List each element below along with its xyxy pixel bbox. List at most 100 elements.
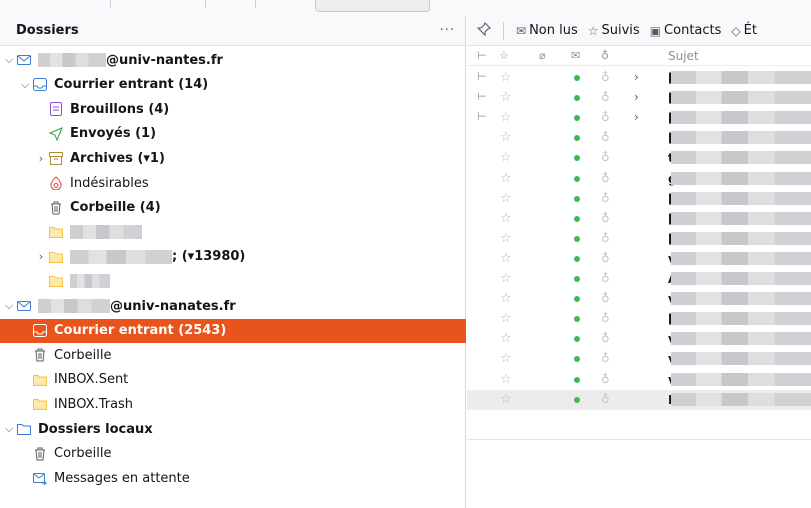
toolbar-button[interactable]: [315, 0, 430, 12]
folder-row[interactable]: [0, 269, 466, 293]
star-icon[interactable]: ☆: [500, 251, 512, 266]
junk-status-icon[interactable]: ♁: [601, 191, 610, 205]
folder-row[interactable]: INBOX.Sent: [0, 368, 466, 392]
message-row[interactable]: ☆♁g: [467, 169, 811, 189]
folder-row[interactable]: Envoyés (1): [0, 122, 466, 146]
message-row[interactable]: ⊢☆♁›[: [467, 88, 811, 108]
star-icon[interactable]: ☆: [500, 130, 512, 145]
message-row[interactable]: ☆♁v: [467, 370, 811, 390]
junk-status-icon[interactable]: ♁: [601, 291, 610, 305]
junk-status-icon[interactable]: ♁: [601, 351, 610, 365]
star-icon[interactable]: ☆: [500, 231, 512, 246]
message-row[interactable]: ☆♁t: [467, 148, 811, 168]
junk-status-icon[interactable]: ♁: [601, 150, 610, 164]
thread-icon[interactable]: ⊢: [477, 110, 487, 123]
chevron-down-icon[interactable]: ⌵: [4, 299, 14, 313]
message-row[interactable]: ☆♁A: [467, 269, 811, 289]
star-icon[interactable]: ☆: [500, 211, 512, 226]
junk-status-icon[interactable]: ♁: [601, 331, 610, 345]
message-row[interactable]: ☆♁[: [467, 229, 811, 249]
contacts-filter-button[interactable]: ▣ Contacts: [650, 23, 722, 38]
thread-column-icon[interactable]: ⊢: [477, 49, 487, 62]
star-icon[interactable]: ☆: [500, 90, 512, 105]
attachment-column-icon[interactable]: ⌀: [539, 49, 546, 62]
junk-status-icon[interactable]: ♁: [601, 392, 610, 406]
star-icon[interactable]: ☆: [500, 392, 512, 407]
message-row[interactable]: ☆♁v: [467, 249, 811, 269]
message-row[interactable]: ☆♁[: [467, 189, 811, 209]
chevron-right-icon[interactable]: ›: [634, 110, 639, 124]
chevron-right-icon[interactable]: ›: [36, 152, 46, 165]
tags-filter-button[interactable]: ◇ Ét: [731, 23, 757, 38]
star-column-icon[interactable]: ☆: [499, 49, 509, 62]
junk-status-icon[interactable]: ♁: [601, 70, 610, 84]
thread-icon[interactable]: ⊢: [477, 90, 487, 103]
chevron-right-icon[interactable]: ›: [634, 70, 639, 84]
message-row[interactable]: ☆♁v: [467, 329, 811, 349]
junk-status-icon[interactable]: ♁: [601, 271, 610, 285]
message-row[interactable]: ☆♁v: [467, 349, 811, 369]
folder-row[interactable]: › ; (▾13980): [0, 245, 466, 269]
subject-column-header[interactable]: Sujet: [668, 49, 699, 63]
junk-status-icon[interactable]: ♁: [601, 171, 610, 185]
chevron-down-icon[interactable]: ⌵: [20, 78, 30, 92]
folder-row[interactable]: Corbeille (4): [0, 196, 466, 220]
junk-column-icon[interactable]: ♁: [601, 49, 609, 62]
unread-dot-icon[interactable]: [574, 95, 580, 102]
star-icon[interactable]: ☆: [500, 110, 512, 125]
message-row[interactable]: ⊢☆♁›[: [467, 68, 811, 88]
message-row[interactable]: ☆♁[: [467, 309, 811, 329]
unread-filter-button[interactable]: ✉ Non lus: [516, 23, 578, 38]
junk-status-icon[interactable]: ♁: [601, 211, 610, 225]
junk-status-icon[interactable]: ♁: [601, 251, 610, 265]
unread-dot-icon[interactable]: [574, 115, 580, 122]
unread-dot-icon[interactable]: [574, 135, 580, 142]
star-icon[interactable]: ☆: [500, 171, 512, 186]
star-icon[interactable]: ☆: [500, 291, 512, 306]
star-icon[interactable]: ☆: [500, 372, 512, 387]
folder-row[interactable]: ⌵ @univ-nantes.fr: [0, 48, 466, 72]
unread-dot-icon[interactable]: [574, 396, 580, 403]
unread-dot-icon[interactable]: [574, 255, 580, 262]
junk-status-icon[interactable]: ♁: [601, 130, 610, 144]
message-row[interactable]: ☆♁[: [467, 209, 811, 229]
unread-dot-icon[interactable]: [574, 316, 580, 323]
read-column-icon[interactable]: ✉: [571, 49, 580, 62]
message-row[interactable]: ⊢☆♁›[: [467, 108, 811, 128]
unread-dot-icon[interactable]: [574, 296, 580, 303]
thread-icon[interactable]: ⊢: [477, 70, 487, 83]
folder-row[interactable]: INBOX.Trash: [0, 392, 466, 416]
junk-status-icon[interactable]: ♁: [601, 372, 610, 386]
unread-dot-icon[interactable]: [574, 75, 580, 81]
chevron-down-icon[interactable]: ⌵: [4, 422, 14, 436]
junk-status-icon[interactable]: ♁: [601, 311, 610, 325]
unread-dot-icon[interactable]: [574, 195, 580, 202]
folder-row[interactable]: [0, 220, 466, 244]
star-icon[interactable]: ☆: [500, 191, 512, 206]
message-row[interactable]: ☆♁v: [467, 289, 811, 309]
star-icon[interactable]: ☆: [500, 70, 512, 85]
folder-row[interactable]: ⌵ @univ-nanates.fr: [0, 294, 466, 318]
star-icon[interactable]: ☆: [500, 351, 512, 366]
unread-dot-icon[interactable]: [574, 155, 580, 162]
folder-row[interactable]: Brouillons (4): [0, 97, 466, 121]
star-icon[interactable]: ☆: [500, 331, 512, 346]
unread-dot-icon[interactable]: [574, 356, 580, 363]
chevron-right-icon[interactable]: ›: [36, 250, 46, 263]
junk-status-icon[interactable]: ♁: [601, 231, 610, 245]
junk-status-icon[interactable]: ♁: [601, 90, 610, 104]
starred-filter-button[interactable]: ☆ Suivis: [588, 23, 640, 38]
folder-row[interactable]: ⌵ Dossiers locaux: [0, 417, 466, 441]
star-icon[interactable]: ☆: [500, 271, 512, 286]
message-row[interactable]: ☆♁[: [467, 128, 811, 148]
junk-status-icon[interactable]: ♁: [601, 110, 610, 124]
chevron-right-icon[interactable]: ›: [634, 90, 639, 104]
unread-dot-icon[interactable]: [574, 376, 580, 383]
unread-dot-icon[interactable]: [574, 235, 580, 242]
folder-row[interactable]: ⌵ Courrier entrant (14): [0, 73, 466, 97]
star-icon[interactable]: ☆: [500, 150, 512, 165]
folder-row[interactable]: Courrier entrant (2543): [0, 318, 466, 343]
unread-dot-icon[interactable]: [574, 175, 580, 182]
chevron-down-icon[interactable]: ⌵: [4, 53, 14, 67]
folder-row[interactable]: Messages en attente: [0, 466, 466, 490]
